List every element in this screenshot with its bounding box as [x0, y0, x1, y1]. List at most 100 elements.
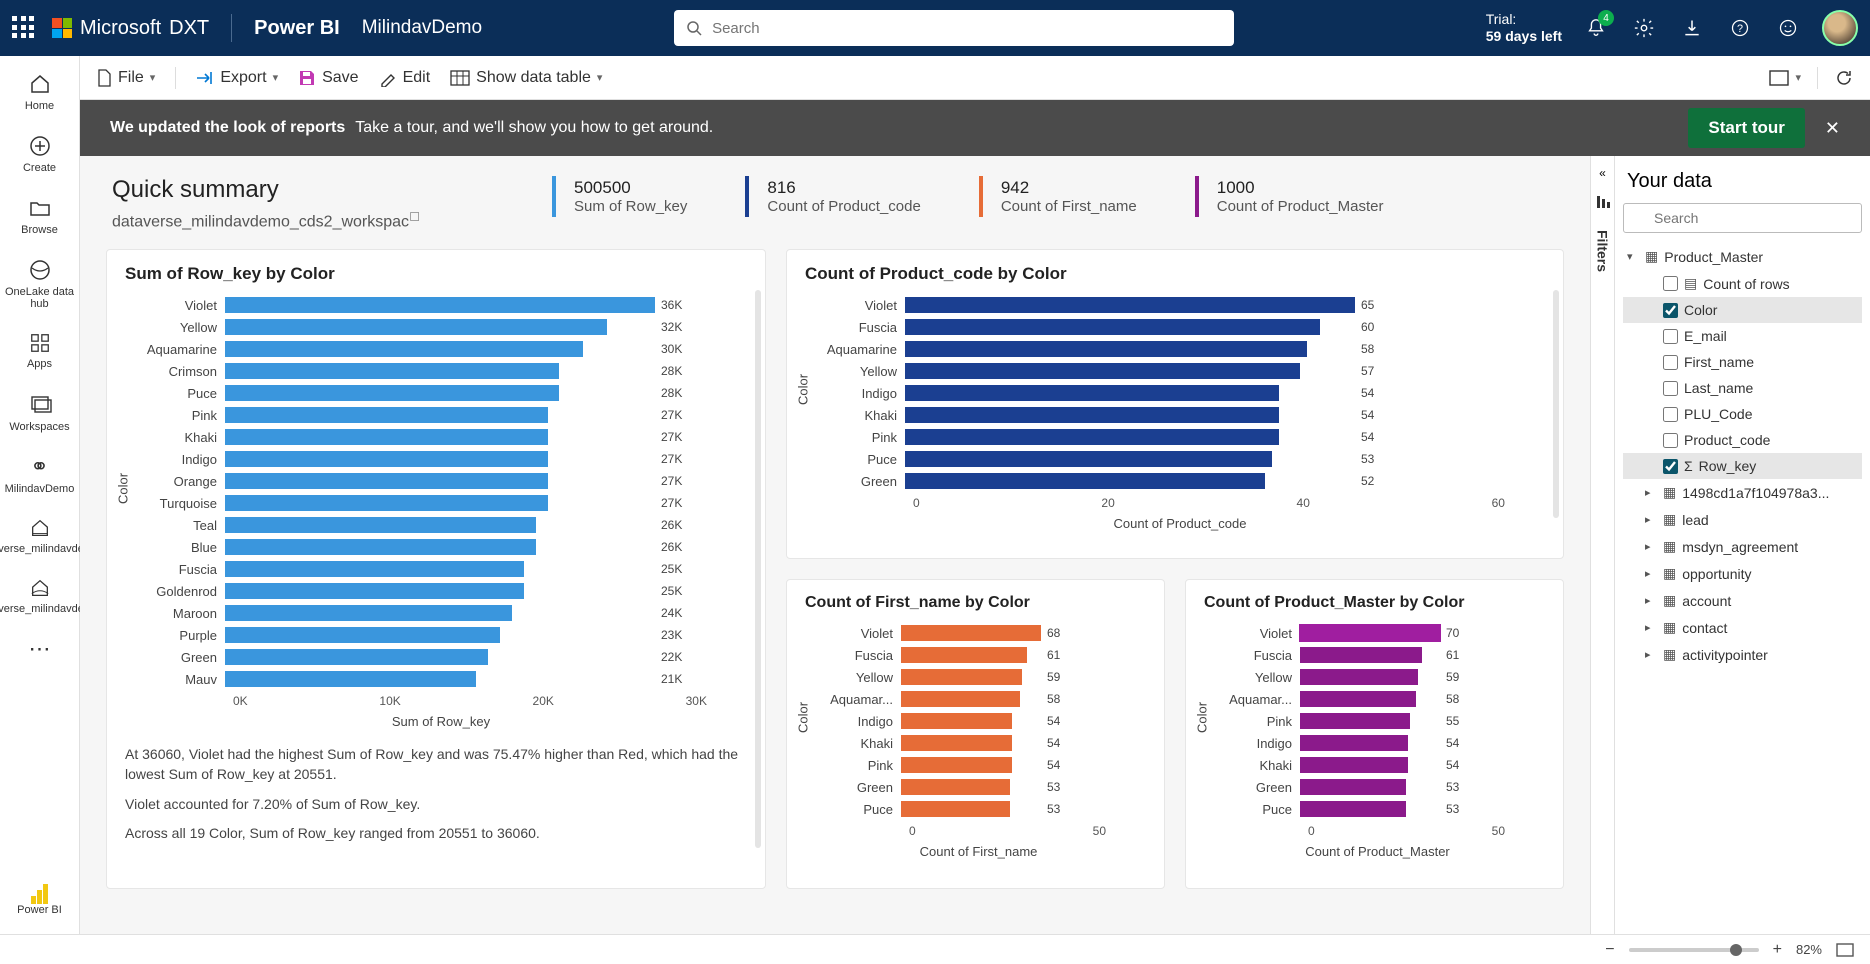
bar-row[interactable]: Crimson 28K — [135, 360, 747, 382]
bar-row[interactable]: Khaki 27K — [135, 426, 747, 448]
field-checkbox[interactable] — [1663, 329, 1678, 344]
bar-row[interactable]: Purple 23K — [135, 624, 747, 646]
nav-powerbi[interactable]: Power BI — [0, 876, 79, 924]
global-search[interactable] — [674, 10, 1234, 46]
tree-table[interactable]: ▸▦activitypointer — [1623, 641, 1862, 668]
bar-row[interactable]: Indigo 54 — [815, 382, 1545, 404]
field-checkbox[interactable] — [1663, 276, 1678, 291]
nav-workspace-current[interactable]: ⚭MilindavDemo — [0, 447, 79, 503]
bar-row[interactable]: Khaki 54 — [1210, 754, 1545, 776]
bar-row[interactable]: Yellow 57 — [815, 360, 1545, 382]
tree-table[interactable]: ▸▦account — [1623, 587, 1862, 614]
scrollbar[interactable] — [1553, 290, 1559, 518]
bar-row[interactable]: Aquamarine 58 — [815, 338, 1545, 360]
search-input[interactable] — [712, 20, 1222, 37]
bar-row[interactable]: Fuscia 60 — [815, 316, 1545, 338]
download-button[interactable] — [1678, 14, 1706, 42]
view-mode-button[interactable]: ▾ — [1769, 70, 1801, 86]
tree-table[interactable]: ▸▦contact — [1623, 614, 1862, 641]
nav-browse[interactable]: Browse — [0, 188, 79, 244]
zoom-out-button[interactable]: − — [1605, 941, 1614, 959]
field-item[interactable]: ΣRow_key — [1623, 453, 1862, 479]
chart-card-rowkey[interactable]: Sum of Row_key by Color Color Violet 36K… — [106, 249, 766, 889]
nav-dataset-1[interactable]: dataverse_milindavdem... — [0, 509, 79, 563]
bar-row[interactable]: Fuscia 61 — [811, 644, 1146, 666]
help-button[interactable]: ? — [1726, 14, 1754, 42]
field-checkbox[interactable] — [1663, 355, 1678, 370]
bar-row[interactable]: Violet 36K — [135, 294, 747, 316]
bar-row[interactable]: Green 53 — [1210, 776, 1545, 798]
tree-table[interactable]: ▸▦opportunity — [1623, 560, 1862, 587]
start-tour-button[interactable]: Start tour — [1688, 108, 1805, 148]
field-item[interactable]: First_name — [1623, 349, 1862, 375]
filters-pane-collapsed[interactable]: « Filters — [1590, 156, 1614, 934]
nav-workspaces[interactable]: Workspaces — [0, 385, 79, 441]
feedback-button[interactable] — [1774, 14, 1802, 42]
tree-table-productmaster[interactable]: ▾▦Product_Master — [1623, 243, 1862, 270]
kpi-card[interactable]: 816Count of Product_code — [745, 176, 938, 217]
nav-more[interactable]: ⋯ — [0, 629, 79, 673]
bar-row[interactable]: Pink 54 — [815, 426, 1545, 448]
data-search-input[interactable] — [1623, 203, 1862, 233]
chart-card-productmaster[interactable]: Count of Product_Master by Color Color V… — [1185, 579, 1564, 889]
bar-row[interactable]: Mauv 21K — [135, 668, 747, 690]
zoom-in-button[interactable]: + — [1773, 941, 1782, 959]
kpi-card[interactable]: 942Count of First_name — [979, 176, 1155, 217]
refresh-button[interactable] — [1834, 68, 1854, 88]
bar-row[interactable]: Puce 53 — [811, 798, 1146, 820]
bar-row[interactable]: Fuscia 61 — [1210, 644, 1545, 666]
tree-table[interactable]: ▸▦lead — [1623, 506, 1862, 533]
bar-row[interactable]: Indigo 54 — [811, 710, 1146, 732]
bar-row[interactable]: Turquoise 27K — [135, 492, 747, 514]
bar-row[interactable]: Indigo 54 — [1210, 732, 1545, 754]
bar-row[interactable]: Puce 53 — [815, 448, 1545, 470]
bar-row[interactable]: Green 22K — [135, 646, 747, 668]
expand-icon[interactable]: « — [1599, 166, 1606, 180]
scrollbar[interactable] — [755, 290, 761, 848]
nav-dataset-2[interactable]: dataverse_milindavdem... — [0, 569, 79, 623]
bar-row[interactable]: Khaki 54 — [815, 404, 1545, 426]
bar-row[interactable]: Indigo 27K — [135, 448, 747, 470]
app-launcher-icon[interactable] — [12, 16, 36, 40]
field-item[interactable]: Product_code — [1623, 427, 1862, 453]
field-item[interactable]: ▤Count of rows — [1623, 270, 1862, 297]
bar-row[interactable]: Violet 70 — [1210, 622, 1545, 644]
product-name[interactable]: Power BI — [254, 17, 340, 40]
workspace-name[interactable]: MilindavDemo — [362, 17, 482, 39]
bar-row[interactable]: Yellow 59 — [811, 666, 1146, 688]
settings-button[interactable] — [1630, 14, 1658, 42]
notifications-button[interactable]: 4 — [1582, 14, 1610, 42]
file-menu[interactable]: File▾ — [96, 69, 155, 87]
field-checkbox[interactable] — [1663, 433, 1678, 448]
bar-row[interactable]: Aquamarine 30K — [135, 338, 747, 360]
bar-row[interactable]: Teal 26K — [135, 514, 747, 536]
bar-row[interactable]: Goldenrod 25K — [135, 580, 747, 602]
bar-row[interactable]: Fuscia 25K — [135, 558, 747, 580]
export-menu[interactable]: Export▾ — [196, 69, 278, 87]
bar-row[interactable]: Violet 68 — [811, 622, 1146, 644]
bar-row[interactable]: Aquamar... 58 — [811, 688, 1146, 710]
nav-onelake[interactable]: OneLake data hub — [0, 250, 79, 318]
bar-row[interactable]: Puce 28K — [135, 382, 747, 404]
bar-row[interactable]: Pink 55 — [1210, 710, 1545, 732]
field-checkbox[interactable] — [1663, 303, 1678, 318]
show-data-table-button[interactable]: Show data table▾ — [450, 69, 602, 87]
save-button[interactable]: Save — [298, 69, 358, 87]
bar-row[interactable]: Orange 27K — [135, 470, 747, 492]
chart-card-productcode[interactable]: Count of Product_code by Color Color Vio… — [786, 249, 1564, 559]
bar-row[interactable]: Khaki 54 — [811, 732, 1146, 754]
user-avatar[interactable] — [1822, 10, 1858, 46]
field-checkbox[interactable] — [1663, 381, 1678, 396]
tree-table[interactable]: ▸▦1498cd1a7f104978a3... — [1623, 479, 1862, 506]
close-icon[interactable]: ✕ — [1825, 118, 1840, 139]
kpi-card[interactable]: 1000Count of Product_Master — [1195, 176, 1402, 217]
bar-row[interactable]: Aquamar... 58 — [1210, 688, 1545, 710]
bar-row[interactable]: Violet 65 — [815, 294, 1545, 316]
bar-row[interactable]: Pink 27K — [135, 404, 747, 426]
fit-to-page-button[interactable] — [1836, 943, 1854, 957]
bar-row[interactable]: Green 52 — [815, 470, 1545, 492]
bar-row[interactable]: Yellow 32K — [135, 316, 747, 338]
field-item[interactable]: PLU_Code — [1623, 401, 1862, 427]
field-item[interactable]: E_mail — [1623, 323, 1862, 349]
edit-button[interactable]: Edit — [379, 69, 431, 87]
